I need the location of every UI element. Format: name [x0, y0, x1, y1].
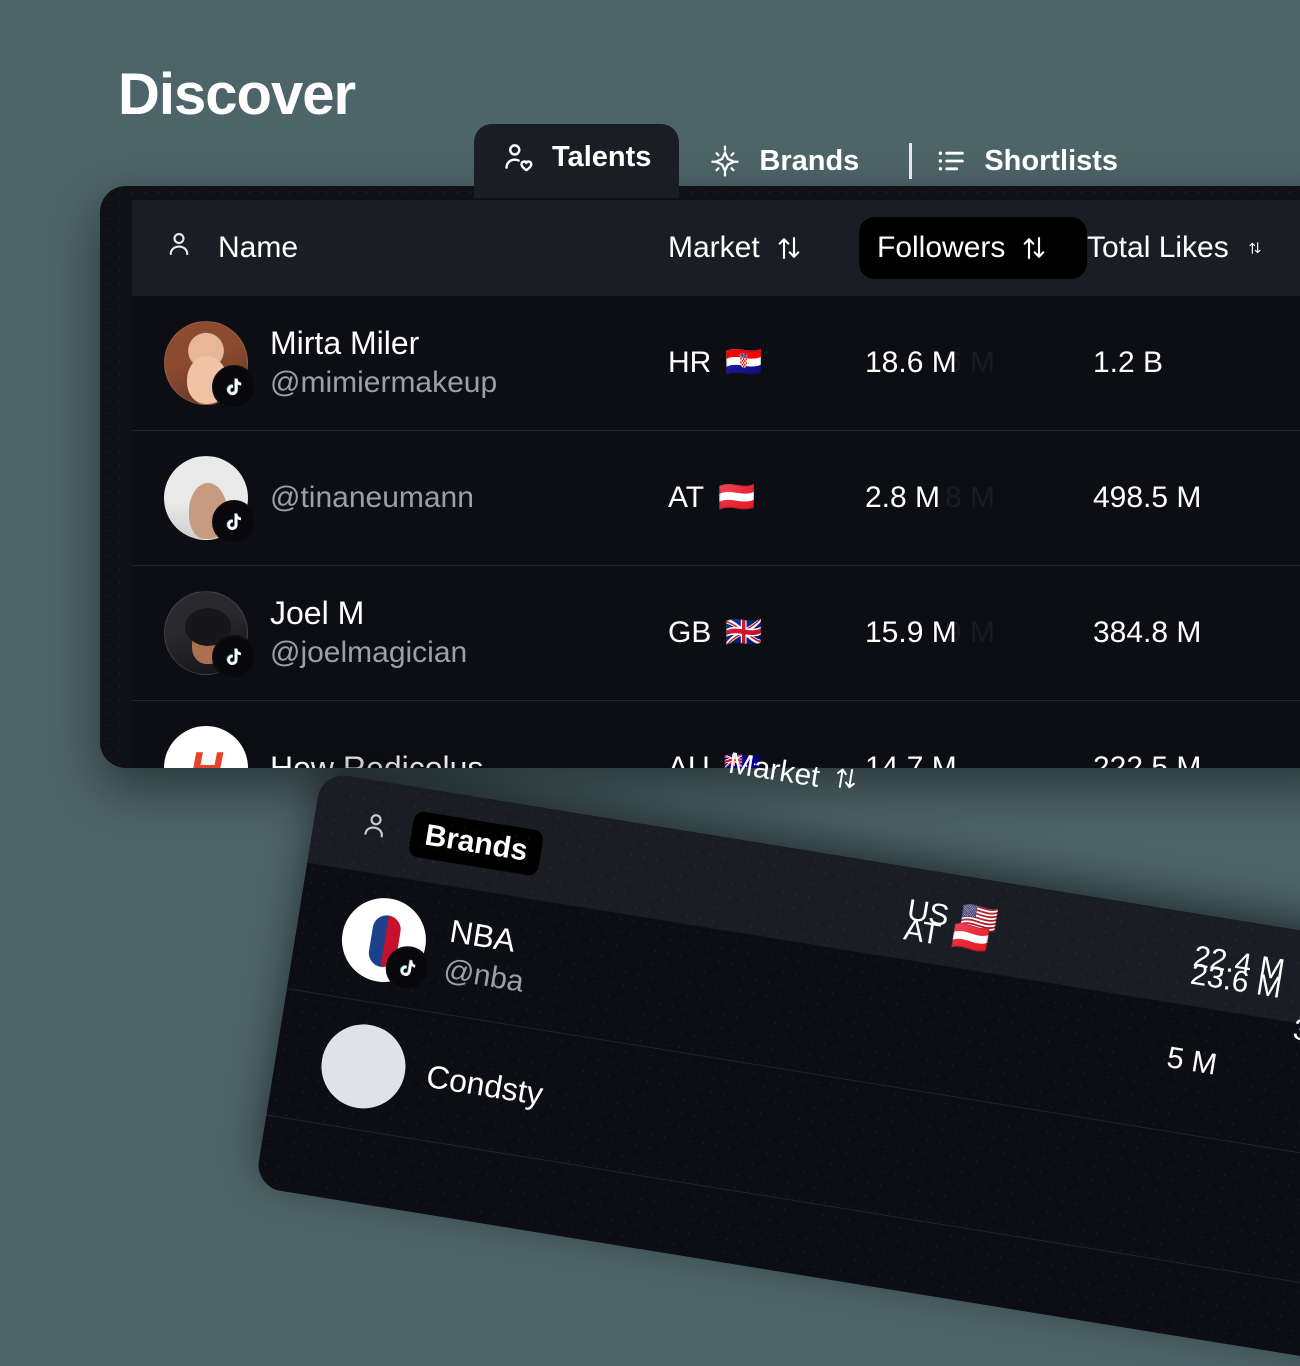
table-row[interactable]: How Redicolus AU 🇦🇺 14.7 M 222.5 M: [132, 701, 1300, 768]
flag-icon: 🇭🇷: [725, 346, 763, 379]
avatar: [164, 456, 256, 544]
person-icon: [164, 229, 194, 267]
name-block: Condsty: [424, 1058, 546, 1113]
brand-handle: @nba: [441, 952, 527, 999]
flag-icon: 🇬🇧: [725, 616, 763, 649]
tab-brands[interactable]: Brands: [679, 127, 887, 195]
avatar: [164, 591, 256, 679]
column-header-market-label: Market: [668, 231, 760, 264]
talent-handle: @mimiermakeup: [270, 366, 498, 400]
avatar-image: [315, 1017, 412, 1115]
brands-chip-label[interactable]: Brands: [407, 810, 545, 877]
followers-ghost-value: 9 M: [945, 616, 996, 649]
market-code: AT: [901, 913, 943, 952]
followers-value: 2.8 M: [865, 481, 941, 514]
followers-value: 15.9 M: [865, 616, 957, 649]
name-block: NBA @nba: [441, 913, 533, 1000]
tab-talents-label: Talents: [552, 140, 652, 173]
followers-value: 18.6 M: [865, 346, 957, 379]
avatar: [164, 726, 248, 768]
avatar: [335, 891, 434, 993]
talent-name: Mirta Miler: [270, 325, 420, 362]
followers-value: 14.7 M: [865, 751, 957, 768]
brands-table: Brands US 🇺🇸 22.4 M NBA @nba AT 🇦🇹 23.6 …: [254, 772, 1300, 1366]
followers-ghost-value: 6 M: [945, 346, 996, 379]
list-icon: [934, 144, 968, 178]
table-row[interactable]: Mirta Miler @mimiermakeup HR 🇭🇷 18.6 M 6…: [132, 296, 1300, 431]
sparkle-star-icon: [707, 143, 743, 179]
tab-shortlists[interactable]: Shortlists: [934, 128, 1146, 194]
market-code: GB: [668, 616, 712, 649]
cell-name: Mirta Miler @mimiermakeup: [132, 321, 668, 409]
tab-brands-label: Brands: [759, 144, 860, 177]
talent-name: Joel M: [270, 595, 365, 632]
sort-updown-icon[interactable]: [1247, 233, 1263, 263]
market-code: AT: [668, 481, 705, 514]
table-header-row: Name Market Followers Total Likes: [132, 200, 1300, 296]
talent-handle: @joelmagician: [270, 636, 468, 670]
followers-ghost-value: 8 M: [945, 481, 996, 514]
avatar: [164, 321, 256, 409]
brand-name: Condsty: [423, 1057, 546, 1113]
market-code: HR: [668, 346, 712, 379]
table-row[interactable]: Joel M @joelmagician GB 🇬🇧 15.9 M 9 M 38…: [132, 566, 1300, 701]
cell-followers: 14.7 M: [865, 751, 1093, 768]
talent-name: How Redicolus: [270, 749, 484, 768]
page-title: Discover: [118, 62, 356, 127]
tab-divider: [909, 143, 913, 179]
cell-total-likes: 384.8 M: [1093, 616, 1202, 649]
market-code: AU: [668, 751, 710, 768]
name-block: How Redicolus: [270, 750, 483, 768]
name-block: Joel M @joelmagician: [270, 595, 467, 670]
name-block: @tinaneumann: [270, 481, 474, 516]
cell-followers: 18.6 M 6 M: [865, 346, 1093, 380]
sort-updown-icon: [828, 762, 861, 802]
cell-followers: 15.9 M 9 M: [865, 616, 1093, 650]
talents-table-card: Name Market Followers Total Likes Mirta …: [100, 186, 1300, 768]
cell-name: How Redicolus: [132, 726, 668, 768]
tab-shortlists-label: Shortlists: [984, 144, 1119, 177]
flag-icon: 🇦🇹: [949, 919, 992, 958]
cell-total-likes: 222.5 M: [1093, 751, 1202, 768]
column-header-market[interactable]: Market: [668, 231, 865, 265]
brands-table-card: Brands US 🇺🇸 22.4 M NBA @nba AT 🇦🇹 23.6 …: [254, 772, 1300, 1366]
tiktok-icon: [212, 500, 256, 544]
discover-tabbar: Talents Brands Shortlists: [474, 124, 1146, 198]
talent-handle: @tinaneumann: [270, 480, 474, 514]
sort-updown-icon[interactable]: [1019, 233, 1049, 263]
cell-name: @tinaneumann: [132, 456, 668, 544]
column-header-name[interactable]: Name: [132, 229, 668, 267]
column-header-total-likes-label: Total Likes: [1087, 231, 1229, 264]
tab-talents[interactable]: Talents: [474, 124, 680, 198]
cell-market: HR 🇭🇷: [668, 346, 865, 380]
avatar: [315, 1017, 412, 1115]
person-icon: [357, 807, 392, 846]
person-heart-icon: [502, 140, 536, 174]
column-header-total-likes[interactable]: Total Likes: [1087, 231, 1300, 265]
cell-market: GB 🇬🇧: [668, 616, 865, 650]
talents-table: Name Market Followers Total Likes Mirta …: [132, 200, 1300, 768]
cell-name: Joel M @joelmagician: [132, 591, 668, 679]
cell-total-likes: 498.5 M: [1093, 481, 1202, 514]
cell-total-likes: 1.2 B: [1093, 346, 1164, 379]
avatar-image: [164, 726, 248, 768]
name-block: Mirta Miler @mimiermakeup: [270, 325, 497, 400]
column-header-followers-label: Followers: [877, 231, 1006, 264]
column-header-followers[interactable]: Followers: [859, 217, 1087, 279]
cell-followers: 2.8 M 8 M: [865, 481, 1093, 515]
table-row[interactable]: @tinaneumann AT 🇦🇹 2.8 M 8 M 498.5 M: [132, 431, 1300, 566]
tiktok-icon: [212, 365, 256, 409]
sort-updown-icon[interactable]: [774, 233, 804, 263]
tiktok-icon: [212, 635, 256, 679]
cell-market: AT 🇦🇹: [668, 481, 865, 515]
column-header-name-label: Name: [218, 231, 299, 264]
flag-icon: 🇦🇹: [718, 481, 756, 514]
